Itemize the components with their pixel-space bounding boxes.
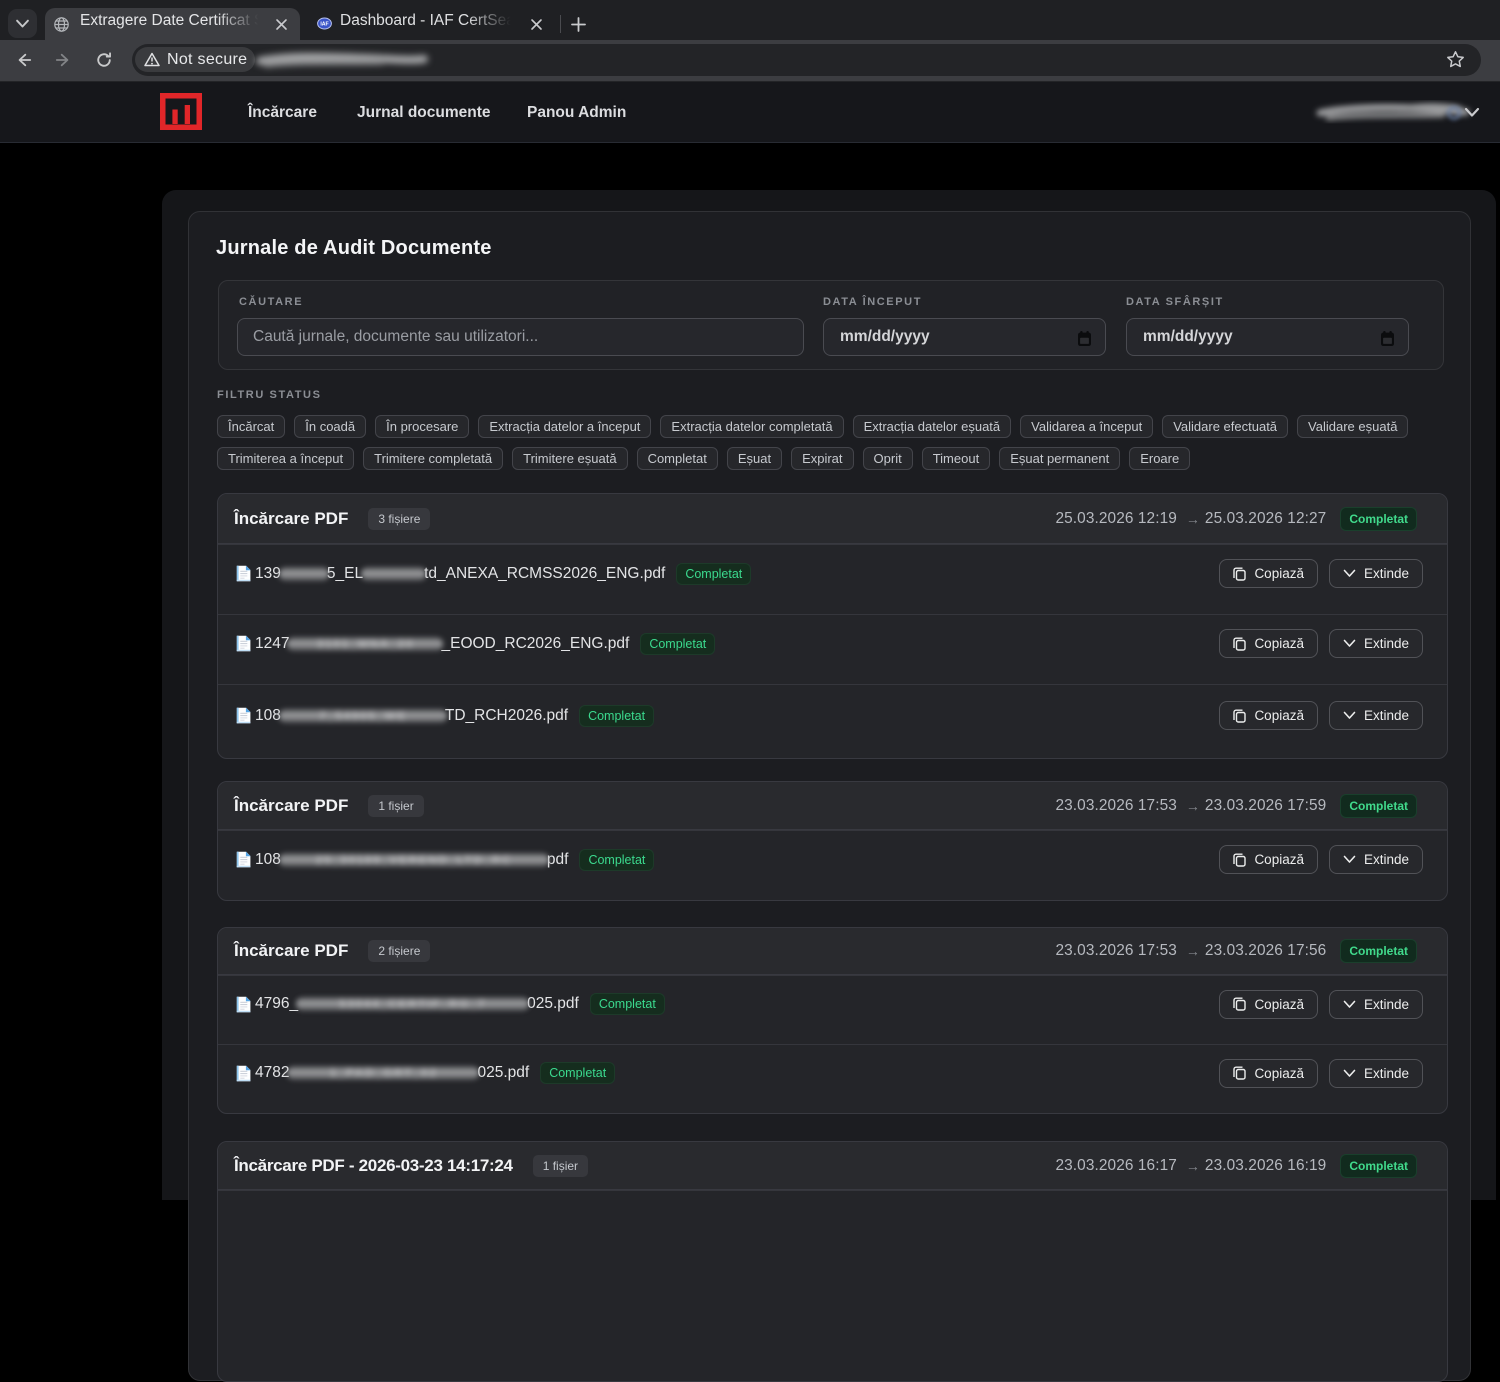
svg-text:IAF: IAF	[320, 22, 328, 28]
